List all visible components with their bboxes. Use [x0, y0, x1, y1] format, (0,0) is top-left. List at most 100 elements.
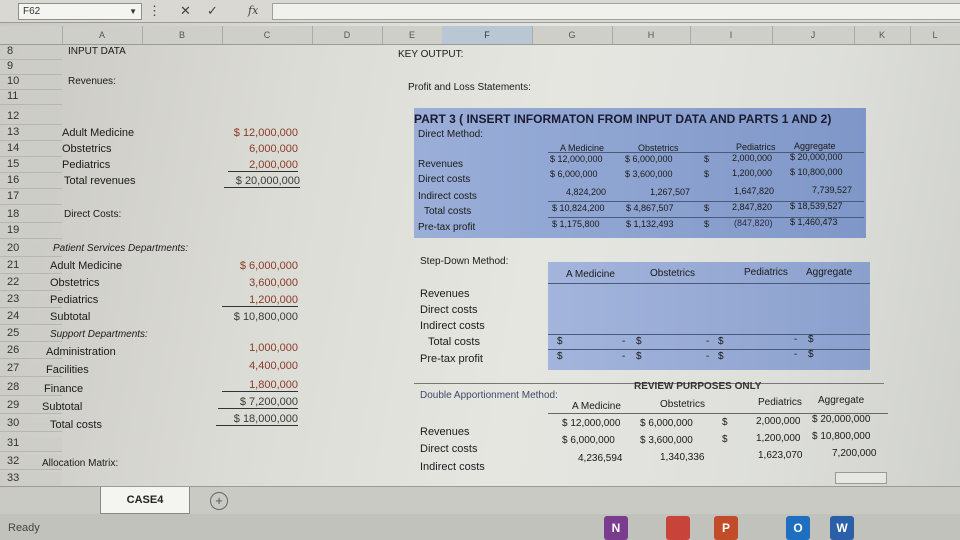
- row-header[interactable]: 19: [0, 224, 62, 239]
- column-header[interactable]: F: [442, 26, 533, 44]
- row-header[interactable]: 10: [0, 75, 62, 90]
- sd-cell: -: [622, 351, 626, 362]
- row-header[interactable]: 9: [0, 60, 62, 75]
- column-header[interactable]: G: [532, 26, 613, 44]
- column-header[interactable]: I: [690, 26, 773, 44]
- sd-cell: $: [557, 336, 563, 347]
- enter-check-icon[interactable]: ✓: [207, 3, 218, 19]
- psd-value: $ 6,000,000: [239, 260, 298, 272]
- sd-header: A Medicine: [566, 269, 615, 280]
- column-header[interactable]: K: [854, 26, 911, 44]
- da-cell: 4,236,594: [578, 453, 623, 464]
- sd-cell: $: [557, 351, 563, 362]
- mail-icon[interactable]: [666, 516, 690, 540]
- column-header[interactable]: H: [612, 26, 691, 44]
- sd-cell: -: [794, 334, 798, 345]
- dm-cell: 2,847,820: [732, 202, 773, 212]
- status-bar: Ready: [0, 514, 960, 540]
- column-header[interactable]: D: [312, 26, 383, 44]
- row-header[interactable]: 14: [0, 142, 62, 157]
- sd-cell: $: [808, 334, 814, 345]
- sd-row-label: Direct costs: [420, 304, 478, 316]
- key-output-heading: KEY OUTPUT:: [398, 49, 464, 60]
- formula-input[interactable]: [272, 3, 960, 20]
- review-heading: REVIEW PURPOSES ONLY: [634, 381, 762, 392]
- da-header: Obstetrics: [660, 399, 706, 410]
- step-down-heading: Step-Down Method:: [420, 256, 509, 267]
- column-header[interactable]: J: [772, 26, 855, 44]
- dm-cell: 1,267,507: [650, 187, 691, 197]
- powerpoint-icon[interactable]: P: [714, 516, 738, 540]
- sd-cell: $: [636, 351, 642, 362]
- horizontal-scrollbar[interactable]: [835, 472, 887, 484]
- dm-cell: $: [704, 154, 710, 164]
- support-label: Administration: [46, 346, 116, 358]
- dm-cell: $: [704, 169, 710, 179]
- psd-label: Adult Medicine: [50, 260, 123, 272]
- sheet-tab[interactable]: CASE4: [100, 487, 190, 514]
- column-header[interactable]: A: [62, 26, 143, 44]
- da-cell: $: [722, 417, 728, 428]
- dm-cell: $ 6,000,000: [550, 169, 598, 179]
- column-header[interactable]: C: [222, 26, 313, 44]
- dm-cell: 4,824,200: [566, 187, 607, 197]
- sd-cell: $: [718, 336, 724, 347]
- sd-header: Aggregate: [806, 267, 853, 278]
- allocation-matrix-heading: Allocation Matrix:: [42, 458, 119, 469]
- divider: [548, 413, 888, 414]
- sd-cell: -: [622, 336, 626, 347]
- cancel-icon[interactable]: ✕: [180, 3, 191, 19]
- dm-cell: $ 10,800,000: [790, 167, 843, 177]
- sd-row-label: Revenues: [420, 288, 470, 300]
- dm-cell: 2,000,000: [732, 153, 773, 163]
- dm-row-label: Revenues: [418, 159, 464, 170]
- select-all-corner[interactable]: [0, 26, 63, 44]
- excel-window: F62 ▼ ⋮ ✕ ✓ fx A B C D E F G H I J K L 8 …: [0, 0, 960, 540]
- sd-cell: $: [808, 349, 814, 360]
- divider: [548, 334, 870, 335]
- chevron-down-icon[interactable]: ▼: [129, 4, 137, 19]
- support-value: 1,800,000: [222, 379, 298, 392]
- support-value: $ 7,200,000: [218, 396, 298, 409]
- dm-cell: $: [704, 219, 710, 229]
- column-header[interactable]: E: [382, 26, 443, 44]
- divider: [548, 201, 864, 202]
- support-heading: Support Departments:: [50, 329, 148, 340]
- row-header[interactable]: 8: [0, 45, 62, 60]
- rev-label: Obstetrics: [62, 143, 112, 155]
- row-header[interactable]: 33: [0, 472, 62, 487]
- dm-cell: $ 12,000,000: [550, 154, 603, 164]
- column-header[interactable]: L: [910, 26, 960, 44]
- row-header[interactable]: 31: [0, 437, 62, 452]
- insert-function-icon[interactable]: fx: [248, 4, 258, 17]
- word-icon[interactable]: W: [830, 516, 854, 540]
- row-header[interactable]: 11: [0, 90, 62, 105]
- revenues-heading: Revenues:: [68, 76, 116, 87]
- row-header[interactable]: 13: [0, 126, 62, 141]
- row-header[interactable]: 15: [0, 158, 62, 173]
- da-cell: 2,000,000: [756, 416, 801, 427]
- da-row-label: Indirect costs: [420, 461, 485, 473]
- sheet-tab-bar: CASE4 +: [0, 486, 960, 515]
- row-header[interactable]: 18: [0, 208, 62, 223]
- psd-label: Obstetrics: [50, 277, 100, 289]
- add-sheet-button[interactable]: +: [210, 492, 228, 510]
- da-cell: 7,200,000: [832, 448, 877, 459]
- onenote-icon[interactable]: N: [604, 516, 628, 540]
- double-apportionment-heading: Double Apportionment Method:: [420, 390, 558, 401]
- more-options-icon[interactable]: ⋮: [148, 3, 161, 19]
- da-cell: 1,340,336: [660, 452, 705, 463]
- name-box[interactable]: F62 ▼: [18, 3, 142, 20]
- support-label: Subtotal: [42, 401, 83, 413]
- status-ready: Ready: [8, 522, 40, 534]
- dm-header: Aggregate: [794, 141, 836, 151]
- da-header: A Medicine: [572, 401, 621, 412]
- dm-cell: $ 1,132,493: [626, 219, 674, 229]
- row-header[interactable]: 12: [0, 110, 62, 125]
- outlook-icon[interactable]: O: [786, 516, 810, 540]
- column-header[interactable]: B: [142, 26, 223, 44]
- row-header[interactable]: 16: [0, 174, 62, 189]
- dm-row-label: Direct costs: [418, 174, 471, 185]
- row-header[interactable]: 17: [0, 190, 62, 205]
- rev-value: $ 12,000,000: [233, 127, 298, 139]
